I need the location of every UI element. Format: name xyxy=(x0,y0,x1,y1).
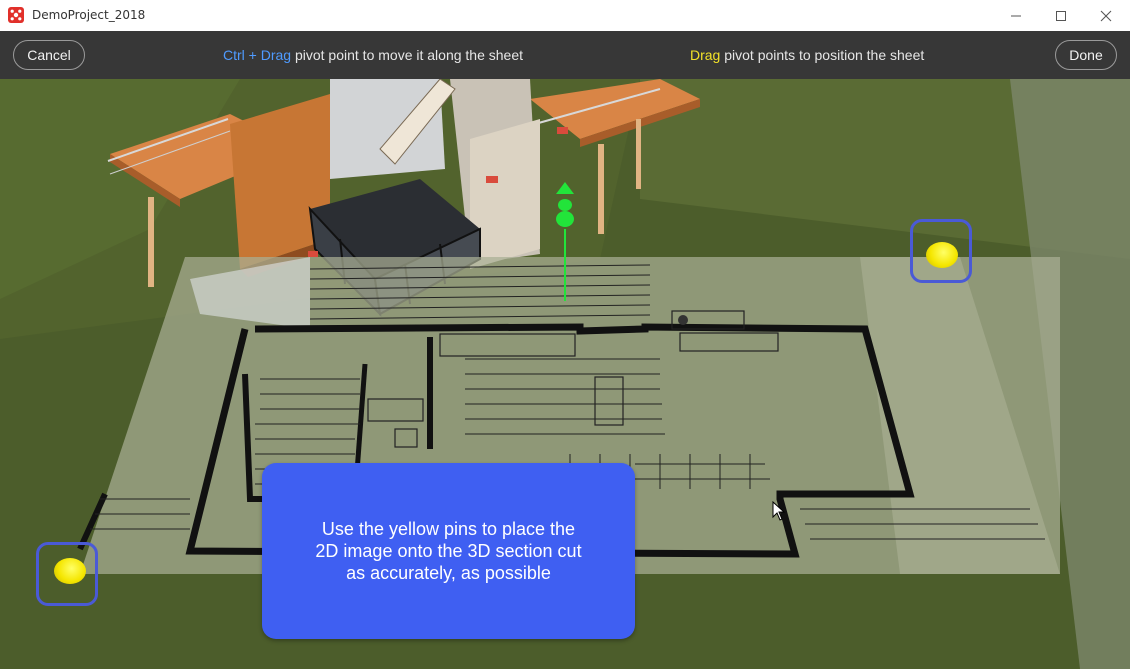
drag-hint-text: pivot points to position the sheet xyxy=(720,47,925,63)
placement-toolbar: Cancel Ctrl + Drag pivot point to move i… xyxy=(0,31,1130,79)
callout-line-1: Use the yellow pins to place the xyxy=(321,519,576,539)
minimize-button[interactable] xyxy=(993,0,1039,31)
close-button[interactable] xyxy=(1083,0,1129,31)
ctrl-drag-key: Ctrl + Drag xyxy=(223,47,292,63)
app-logo-icon xyxy=(8,7,24,23)
maximize-button[interactable] xyxy=(1038,0,1084,31)
yellow-pin-right[interactable] xyxy=(926,242,958,268)
callout-line-2: 2D image onto the 3D section cut xyxy=(315,541,582,561)
yellow-pin-left[interactable] xyxy=(54,558,86,584)
ctrl-drag-hint-text: pivot point to move it along the sheet xyxy=(291,47,524,63)
drag-hint: Drag pivot points to position the sheet xyxy=(690,47,924,63)
cancel-button[interactable]: Cancel xyxy=(13,40,85,70)
close-icon xyxy=(1100,10,1112,21)
window-titlebar: DemoProject_2018 xyxy=(0,0,1130,32)
maximize-icon xyxy=(1056,10,1066,21)
callout-text: Use the yellow pins to place the 2D imag… xyxy=(262,518,635,584)
done-button[interactable]: Done xyxy=(1055,40,1117,70)
drag-key: Drag xyxy=(690,47,721,63)
mouse-cursor-icon xyxy=(772,501,786,521)
minimize-icon xyxy=(1011,15,1021,16)
window-title: DemoProject_2018 xyxy=(32,8,146,22)
instruction-callout: Use the yellow pins to place the 2D imag… xyxy=(262,463,635,639)
ctrl-drag-hint: Ctrl + Drag pivot point to move it along… xyxy=(223,47,523,63)
callout-line-3: as accurately, as possible xyxy=(346,563,551,583)
